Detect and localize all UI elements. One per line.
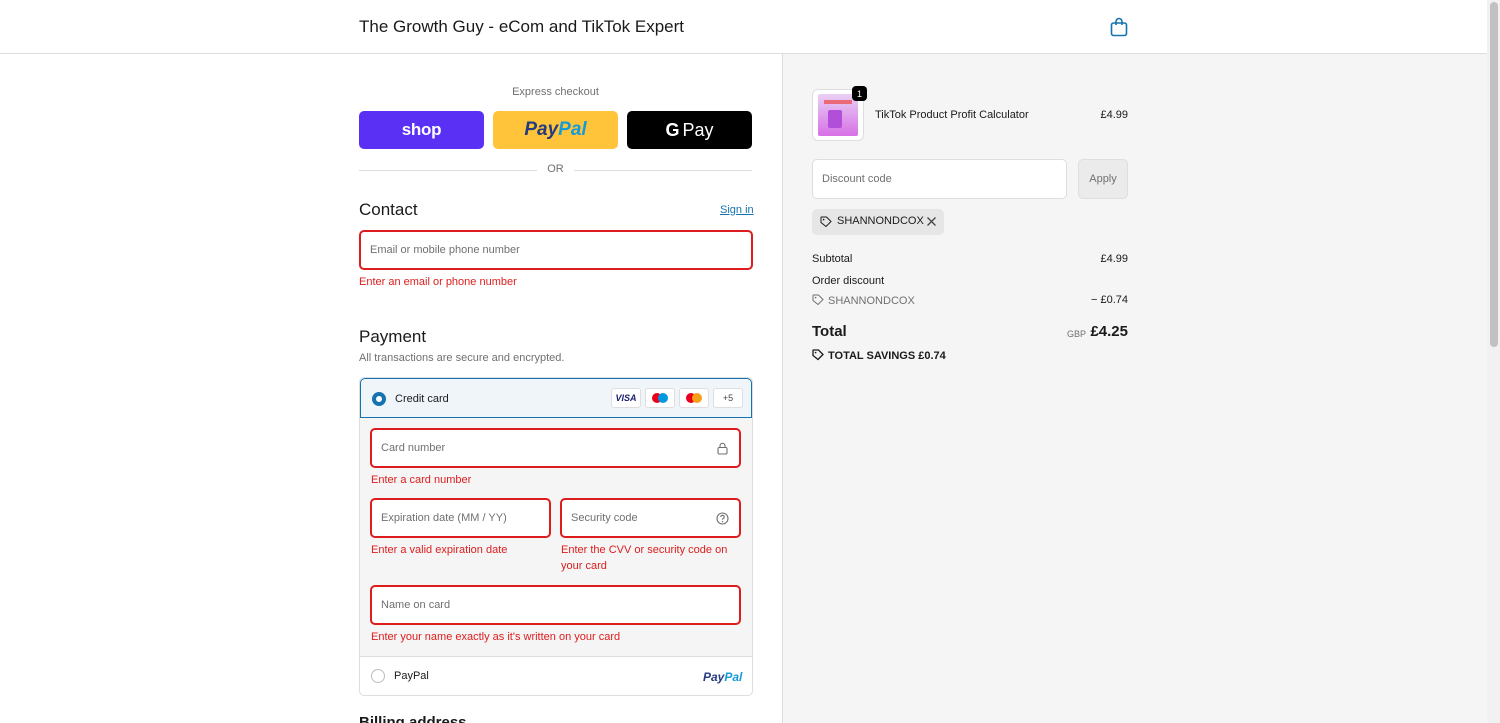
google-g-icon: G [665, 119, 680, 140]
paypal-label-part2: Pal [558, 119, 587, 140]
shop-title[interactable]: The Growth Guy - eCom and TikTok Expert [359, 17, 684, 37]
card-number-error: Enter a card number [371, 474, 472, 486]
total-label: Total [812, 323, 847, 340]
card-number-input[interactable] [372, 430, 739, 466]
email-field[interactable] [359, 230, 753, 270]
google-pay-label: Pay [682, 119, 714, 140]
order-summary-panel [782, 54, 1487, 723]
mastercard-icon [679, 388, 709, 408]
email-error: Enter an email or phone number [359, 276, 517, 288]
product-image [818, 94, 858, 136]
order-discount-label: Order discount [812, 275, 885, 287]
order-discount-value: − £0.74 [1090, 294, 1128, 306]
expiry-input[interactable] [372, 500, 549, 536]
total-savings-value: £0.74 [918, 350, 946, 362]
express-checkout-label: Express checkout [512, 86, 599, 98]
email-input[interactable] [361, 232, 751, 268]
visa-icon: VISA [611, 388, 641, 408]
subtotal-label: Subtotal [812, 253, 853, 265]
expiry-field[interactable] [370, 498, 551, 538]
security-code-error: Enter the CVV or security code on your c… [561, 544, 728, 572]
sign-in-link[interactable]: Sign in [720, 204, 754, 216]
total-savings-label: TOTAL SAVINGS [828, 350, 916, 362]
product-price: £4.99 [1100, 109, 1128, 121]
payment-subtitle: All transactions are secure and encrypte… [359, 352, 565, 364]
more-cards-badge[interactable]: +5 [713, 388, 743, 408]
tag-icon [812, 349, 824, 361]
paypal-radio[interactable] [371, 669, 385, 683]
paypal-logo: PayPal [703, 670, 743, 684]
page-scrollbar[interactable] [1487, 0, 1500, 723]
lock-icon [717, 442, 728, 455]
total-savings: TOTAL SAVINGS £0.74 [812, 349, 946, 362]
expiry-error: Enter a valid expiration date [371, 544, 508, 556]
paypal-label-part1: Pay [524, 119, 559, 140]
or-label: OR [547, 163, 564, 175]
tag-icon [820, 216, 832, 228]
credit-card-label: Credit card [395, 393, 449, 405]
shopping-bag-icon[interactable] [1110, 17, 1128, 37]
card-number-field[interactable] [370, 428, 741, 468]
remove-discount-icon[interactable] [926, 216, 937, 227]
help-circle-icon[interactable] [716, 512, 729, 525]
total-value: £4.25 [1090, 323, 1128, 340]
payment-title: Payment [359, 327, 427, 346]
applied-discount-tag: SHANNONDCOX [812, 209, 944, 235]
name-on-card-field[interactable] [370, 585, 741, 625]
or-divider: OR [359, 163, 752, 177]
subtotal-value: £4.99 [1100, 253, 1128, 265]
name-on-card-error: Enter your name exactly as it's written … [371, 631, 621, 643]
applied-discount-code: SHANNONDCOX [837, 215, 924, 227]
paypal-option-label[interactable]: PayPal [394, 670, 429, 682]
billing-address-title: Billing address [359, 714, 467, 723]
security-code-field[interactable] [560, 498, 741, 538]
credit-card-option[interactable]: Credit card VISA +5 [360, 378, 752, 418]
order-discount-code: SHANNONDCOX [828, 295, 915, 307]
contact-title: Contact [359, 200, 418, 219]
order-discount-code-row: SHANNONDCOX [812, 294, 915, 307]
paypal-button[interactable]: Pay Pal [493, 111, 618, 149]
shop-pay-label: shop [401, 120, 442, 139]
maestro-icon [645, 388, 675, 408]
discount-code-field[interactable] [812, 159, 1067, 199]
shop-pay-button[interactable]: shop [359, 111, 484, 149]
security-code-input[interactable] [562, 500, 739, 536]
discount-code-input[interactable] [813, 160, 1066, 198]
header: The Growth Guy - eCom and TikTok Expert [0, 0, 1487, 54]
product-name: TikTok Product Profit Calculator [875, 109, 1029, 121]
tag-icon [812, 294, 824, 306]
quantity-badge: 1 [852, 86, 867, 101]
credit-card-radio[interactable] [372, 392, 386, 406]
currency-code: GBP [1067, 329, 1087, 339]
scrollbar-thumb[interactable] [1490, 2, 1498, 347]
apply-discount-button[interactable]: Apply [1078, 159, 1128, 199]
name-on-card-input[interactable] [372, 587, 739, 623]
google-pay-button[interactable]: G Pay [627, 111, 752, 149]
